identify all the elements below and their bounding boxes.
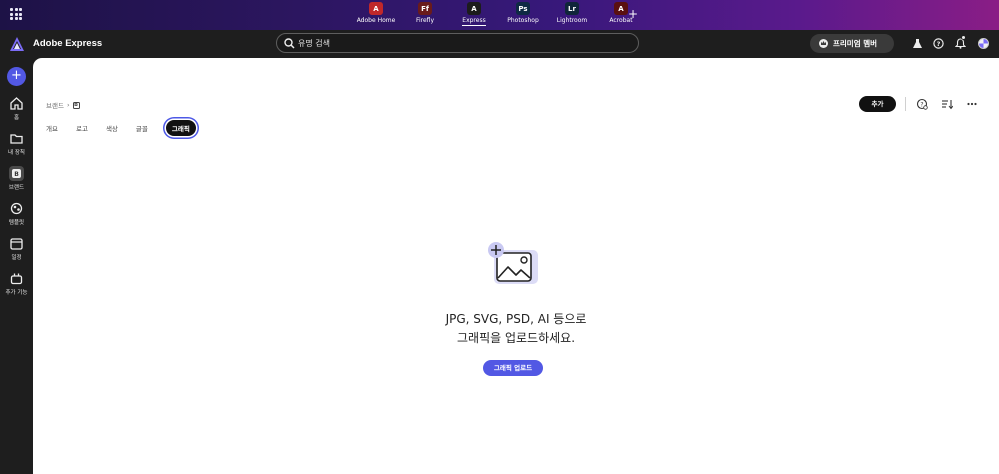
firefly-icon: Ff — [418, 2, 432, 15]
sidebar-item-label: 내 장칙 — [8, 150, 25, 156]
upload-graphic-button[interactable]: 그래픽 업로드 — [483, 360, 543, 376]
svg-text:?: ? — [937, 40, 941, 48]
app-switcher-bar: A Adobe Home Ff Firefly A Express Ps Photoshop L… — [0, 0, 999, 30]
tab-4[interactable]: 그래픽 — [165, 120, 196, 136]
search-bar[interactable] — [276, 33, 639, 53]
tab-2[interactable]: 색상 — [106, 120, 118, 136]
graphic-image-icon — [488, 242, 538, 284]
empty-state-message: JPG, SVG, PSD, AI 등으로 그래픽을 업로드하세요. — [333, 310, 699, 348]
app-photoshop[interactable]: Ps Photoshop — [503, 2, 543, 26]
main-canvas: 브랜드 › B 개요 로고 색상 글꼴 그래픽 추가 ? JPG, SVG, PSD, … — [33, 58, 999, 474]
sidebar-item-addons[interactable]: 추가 기능 — [0, 271, 33, 296]
express-icon: A — [467, 2, 481, 15]
sidebar-item-templates[interactable]: 템플릿 — [0, 201, 33, 226]
avatar[interactable] — [978, 38, 989, 49]
add-app-button[interactable]: + — [628, 7, 638, 21]
empty-state-line2: 그래픽을 업로드하세요. — [456, 331, 576, 345]
crown-icon — [819, 39, 828, 48]
tab-3[interactable]: 글꼴 — [136, 120, 148, 136]
sidebar-item-folder[interactable]: 내 장칙 — [0, 131, 33, 156]
brand-icon: B — [9, 166, 24, 181]
premium-member-button[interactable]: 프리미엄 멤버 — [810, 34, 894, 53]
empty-state-line1: JPG, SVG, PSD, AI 등으로 — [445, 312, 587, 326]
sidebar-item-brand[interactable]: B 브랜드 — [0, 166, 33, 191]
sidebar-item-label: 홈 — [13, 115, 20, 121]
more-options-icon[interactable] — [966, 98, 978, 110]
adobe-express-logo[interactable] — [10, 37, 24, 51]
app-label: Firefly — [415, 17, 435, 24]
notification-badge — [961, 35, 966, 40]
app-firefly[interactable]: Ff Firefly — [405, 2, 445, 26]
share-settings-icon[interactable]: ? — [916, 98, 928, 110]
search-icon — [284, 38, 295, 49]
home-icon — [9, 96, 24, 111]
sidebar-item-label: 브랜드 — [8, 185, 25, 191]
brand-badge-icon: B — [72, 101, 80, 109]
breadcrumb-separator: › — [66, 101, 70, 109]
sidebar-item-calendar[interactable]: 일정 — [0, 236, 33, 261]
sort-icon[interactable] — [941, 98, 953, 110]
app-label: Photoshop — [507, 17, 539, 24]
addons-icon — [9, 271, 24, 286]
toolbar-divider — [905, 97, 906, 111]
lightroom-icon: Lr — [565, 2, 579, 15]
app-label: Adobe Home — [356, 17, 396, 24]
sidebar-item-label: 일정 — [11, 255, 22, 261]
app-label: Express — [462, 17, 486, 26]
premium-label: 프리미엄 멤버 — [833, 39, 878, 48]
svg-text:?: ? — [920, 101, 923, 108]
breadcrumb-root[interactable]: 브랜드 — [46, 100, 64, 110]
search-input[interactable] — [298, 36, 618, 50]
help-icon[interactable]: ? — [933, 38, 944, 49]
app-list: A Adobe Home Ff Firefly A Express Ps Photoshop L… — [356, 2, 641, 26]
app-label: Lightroom — [556, 17, 588, 24]
adobe-home-icon: A — [369, 2, 383, 15]
app-express[interactable]: A Express — [454, 2, 494, 26]
svg-text:B: B — [14, 171, 19, 178]
acrobat-icon: A — [614, 2, 628, 15]
sidebar-item-label: 템플릿 — [8, 220, 25, 226]
tab-0[interactable]: 개요 — [46, 120, 58, 136]
folder-icon — [9, 131, 24, 146]
app-lightroom[interactable]: Lr Lightroom — [552, 2, 592, 26]
create-button[interactable]: + — [7, 67, 26, 86]
calendar-icon — [9, 236, 24, 251]
photoshop-icon: Ps — [516, 2, 530, 15]
sidebar-item-label: 추가 기능 — [5, 290, 28, 296]
app-title: Adobe Express — [33, 38, 103, 49]
add-button[interactable]: 추가 — [859, 96, 896, 112]
breadcrumb: 브랜드 › B — [46, 100, 80, 110]
brand-tabs: 개요 로고 색상 글꼴 그래픽 — [46, 120, 214, 136]
flask-icon[interactable] — [912, 38, 923, 49]
tab-1[interactable]: 로고 — [76, 120, 88, 136]
apps-grid-icon[interactable] — [10, 8, 22, 20]
left-sidebar: + 홈내 장칙 B 브랜드템플릿일정추가 기능 — [0, 58, 33, 474]
app-adobe-home[interactable]: A Adobe Home — [356, 2, 396, 26]
templates-icon — [9, 201, 24, 216]
header: Adobe Express 프리미엄 멤버 ? — [0, 30, 999, 58]
sidebar-item-home[interactable]: 홈 — [0, 96, 33, 121]
